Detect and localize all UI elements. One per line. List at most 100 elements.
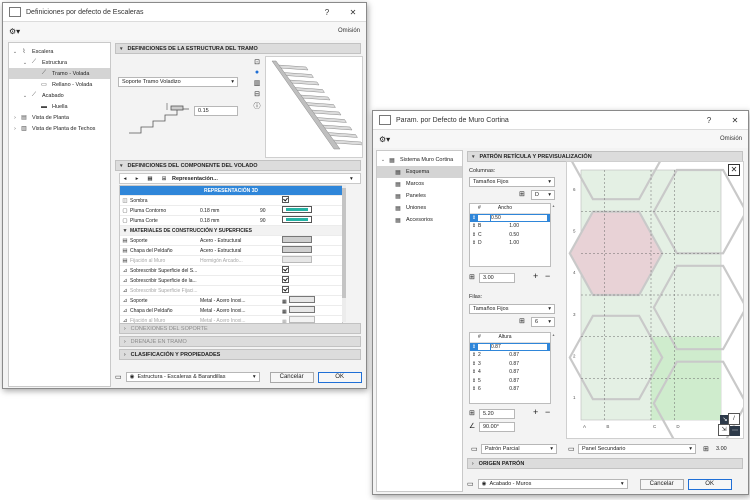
total-height-input[interactable]: 5.20 — [479, 409, 515, 419]
drag-handle-icon[interactable]: ⇕ — [470, 232, 478, 238]
drag-handle-icon[interactable]: ⇕ — [470, 369, 478, 375]
property-control[interactable] — [282, 286, 322, 295]
ok-button[interactable]: OK — [317, 371, 362, 383]
pen-color-swatch[interactable] — [282, 216, 312, 223]
drag-handle-icon[interactable]: ⇕ — [470, 215, 478, 221]
section-header-drainage[interactable]: › DRENAJE EN TRAMO — [119, 336, 361, 347]
drag-handle-icon[interactable]: ⇕ — [470, 361, 478, 367]
property-row[interactable]: ▢ Pluma Contorno 0.18 mm 90 — [120, 206, 342, 216]
section-header-origin[interactable]: › ORIGEN PATRÓN — [467, 458, 743, 469]
table-row[interactable]: ⇕ 2 0.87 — [470, 351, 550, 360]
table-row[interactable]: ⇕ 6 0.87 — [470, 385, 550, 394]
property-row[interactable]: ▢ Pluma Corte 0.18 mm 90 — [120, 216, 342, 226]
tree-arrow-icon[interactable]: › — [11, 126, 19, 132]
material-picker-icon[interactable]: ▦ — [282, 309, 287, 315]
pattern-mode-select[interactable]: Patrón Parcial ▾ — [481, 444, 557, 454]
cancel-button[interactable]: Cancelar — [639, 478, 684, 490]
angle-input[interactable]: 90.00° — [479, 422, 515, 432]
material-swatch[interactable] — [282, 256, 312, 263]
drag-handle-icon[interactable]: ⇕ — [470, 240, 478, 246]
property-scrollbar[interactable] — [342, 185, 346, 322]
property-row[interactable]: ▤ Fijación al Muro Hormigón Arcado... — [120, 256, 342, 266]
row-value[interactable]: 1.00 — [490, 223, 522, 229]
next-arrow-icon[interactable]: ▸ — [132, 176, 142, 182]
property-row[interactable]: ▤ Chapa del Peldaño Acero - Estructural — [120, 246, 342, 256]
rows-mode-select[interactable]: Tamaños Fijos ▾ — [469, 304, 555, 314]
checkbox[interactable] — [282, 196, 289, 203]
help-button[interactable]: ? — [702, 116, 716, 125]
table-row[interactable]: ⇕ C 0.50 — [470, 231, 550, 240]
row-value[interactable]: 0.87 — [490, 369, 522, 375]
tree-item[interactable]: ▦ Esquema — [377, 166, 462, 178]
close-button[interactable]: ✕ — [728, 116, 742, 125]
section-header-classification[interactable]: › CLASIFICACIÓN Y PROPIEDADES — [119, 349, 361, 360]
riser-height-input[interactable]: 0.15 — [194, 106, 238, 116]
representation-select[interactable]: Representación... — [172, 176, 348, 182]
table-row[interactable]: ⇕ 4 0.87 — [470, 368, 550, 377]
row-value[interactable]: 1.00 — [490, 240, 522, 246]
row-value[interactable]: 0.50 — [490, 232, 522, 238]
row-value[interactable]: 0.50 — [490, 213, 548, 222]
table-row[interactable]: ⇕ D 1.00 — [470, 239, 550, 248]
layer-select[interactable]: ◉ Estructura - Escaleras & Barandillas ▾ — [125, 372, 260, 382]
property-row[interactable]: ⊿ Sobrescribir Superficie de la... — [120, 276, 342, 286]
property-control[interactable]: ▦ — [282, 296, 322, 305]
tree-arrow-icon[interactable]: ⌄ — [21, 60, 29, 66]
tree-item[interactable]: ▬ Huella — [9, 101, 110, 112]
favorites-icon[interactable]: ⚙▾ — [379, 135, 390, 144]
drag-handle-icon[interactable]: ⇕ — [470, 352, 478, 358]
property-row[interactable]: ◫ Sombra — [120, 196, 342, 206]
tree-item[interactable]: ⌄ ▦ Sistema Muro Cortina — [377, 154, 462, 166]
material-swatch[interactable] — [282, 236, 312, 243]
tree-item[interactable]: ▦ Accesorios — [377, 214, 462, 226]
property-control[interactable] — [282, 246, 322, 255]
remove-column-button[interactable]: − — [545, 271, 550, 281]
tree-item[interactable]: ▦ Marcos — [377, 178, 462, 190]
tree-item[interactable]: › ▥ Vista de Planta de Techos — [9, 123, 110, 134]
property-row[interactable]: ▤ Soporte Acero - Estructural — [120, 236, 342, 246]
property-control[interactable]: ▦ — [282, 306, 322, 315]
ok-button[interactable]: OK — [687, 478, 732, 490]
table-row[interactable]: ⇕ 5 0.87 — [470, 377, 550, 386]
checkbox[interactable] — [282, 286, 289, 293]
table-row[interactable]: ⇕ 3 0.87 — [470, 360, 550, 369]
total-width-input[interactable]: 3.00 — [479, 273, 515, 283]
drag-handle-icon[interactable]: ⇕ — [470, 223, 478, 229]
tree-arrow-icon[interactable]: ⌄ — [21, 93, 29, 99]
material-swatch[interactable] — [288, 316, 315, 323]
table-row[interactable]: ⇕ A 0.50 — [470, 213, 550, 222]
tree-arrow-icon[interactable]: › — [11, 115, 19, 121]
section-header-structure[interactable]: ▾ DEFINICIONES DE LA ESTRUCTURA DEL TRAM… — [115, 43, 361, 54]
elevation-icon[interactable]: ▥ — [254, 79, 261, 87]
columns-mode-select[interactable]: Tamaños Fijos ▾ — [469, 177, 555, 187]
rows-scrollbar[interactable]: ▴ — [551, 332, 556, 402]
property-control[interactable] — [282, 196, 322, 205]
tree-item[interactable]: › ▤ Vista de Planta — [9, 112, 110, 123]
info-icon[interactable]: ⓘ — [254, 101, 261, 111]
tree-item[interactable]: ⌄ ⟋ Acabado — [9, 90, 110, 101]
globe-icon[interactable]: ● — [255, 69, 259, 76]
close-preview-icon[interactable]: ✕ — [728, 164, 740, 176]
tree-item[interactable]: ⌄ ⟋ Estructura — [9, 57, 110, 68]
checkbox[interactable] — [282, 266, 289, 273]
property-row[interactable]: ⊿ Chapa del Peldaño Metal - Acero Inoxi...… — [120, 306, 342, 316]
property-row[interactable]: ⊿ Sobrescribir Superficie del S... — [120, 266, 342, 276]
drag-handle-icon[interactable]: ⇕ — [470, 344, 478, 350]
checkbox[interactable] — [282, 276, 289, 283]
columns-count-select[interactable]: D ▾ — [531, 190, 555, 200]
row-value[interactable]: 0.87 — [490, 342, 548, 351]
tree-item[interactable]: ▭ Rellano - Volada — [9, 79, 110, 90]
row-value[interactable]: 0.87 — [490, 352, 522, 358]
property-control[interactable] — [282, 276, 322, 285]
drag-handle-icon[interactable]: ⇕ — [470, 378, 478, 384]
panel-mode-select[interactable]: Panel Secundario ▾ — [578, 444, 696, 454]
close-button[interactable]: ✕ — [346, 8, 360, 17]
row-value[interactable]: 0.87 — [490, 378, 522, 384]
property-row[interactable]: ⊿ Soporte Metal - Acero Inoxi... ▦ — [120, 296, 342, 306]
material-swatch[interactable] — [288, 306, 315, 313]
row-value[interactable]: 0.87 — [490, 386, 522, 392]
row-value[interactable]: 0.87 — [490, 361, 522, 367]
material-swatch[interactable] — [288, 296, 315, 303]
section-header-support-connections[interactable]: › CONEXIONES DEL SOPORTE — [119, 323, 361, 334]
tree-item[interactable]: ⌄ ⌇ Escalera — [9, 46, 110, 57]
